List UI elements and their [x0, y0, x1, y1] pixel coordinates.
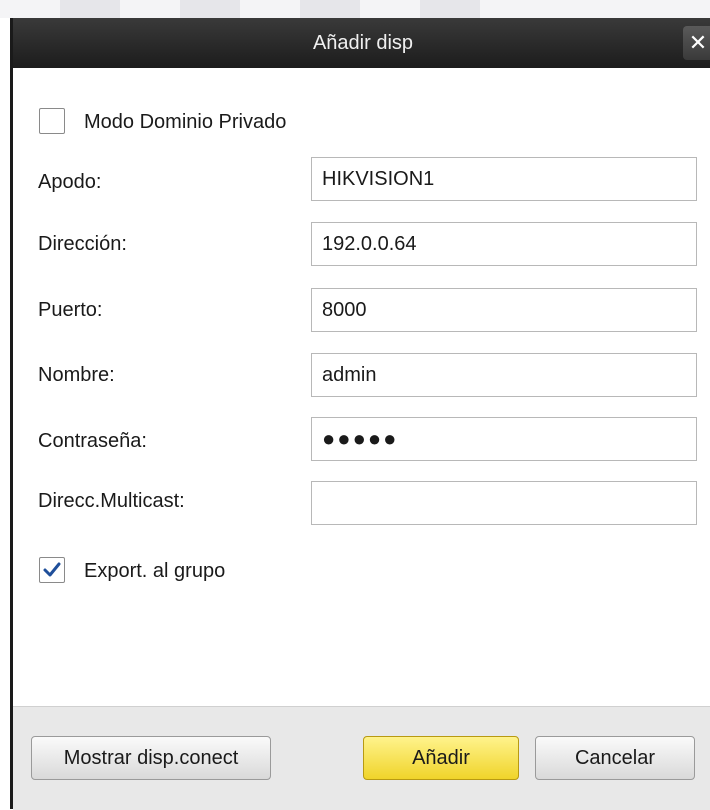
port-field[interactable] — [311, 288, 697, 332]
private-domain-checkbox[interactable] — [39, 108, 65, 134]
export-group-checkbox[interactable] — [39, 557, 65, 583]
nickname-field[interactable] — [311, 157, 697, 201]
password-field[interactable] — [311, 417, 697, 461]
port-label: Puerto: — [38, 299, 103, 321]
password-label: Contraseña: — [38, 430, 147, 452]
nickname-label: Apodo: — [38, 171, 102, 193]
add-device-dialog: Añadir disp ✕ Modo Dominio Privado Apodo… — [10, 18, 710, 810]
dialog-title: Añadir disp — [312, 32, 414, 54]
private-domain-label: Modo Dominio Privado — [84, 111, 287, 133]
background-strip — [0, 0, 710, 18]
address-label: Dirección: — [38, 233, 127, 255]
checkmark-icon — [43, 562, 61, 577]
export-group-label: Export. al grupo — [84, 560, 226, 582]
username-field[interactable] — [311, 353, 697, 397]
show-online-devices-button[interactable]: Mostrar disp.conect — [31, 736, 271, 780]
close-icon[interactable]: ✕ — [683, 26, 710, 60]
username-label: Nombre: — [38, 364, 115, 386]
cancel-button[interactable]: Cancelar — [535, 736, 695, 780]
dialog-footer: Mostrar disp.conect Añadir Cancelar — [13, 706, 710, 810]
add-button[interactable]: Añadir — [363, 736, 519, 780]
dialog-titlebar[interactable]: Añadir disp ✕ — [13, 18, 710, 68]
address-field[interactable] — [311, 222, 697, 266]
multicast-field[interactable] — [311, 481, 697, 525]
multicast-label: Direcc.Multicast: — [38, 490, 185, 512]
